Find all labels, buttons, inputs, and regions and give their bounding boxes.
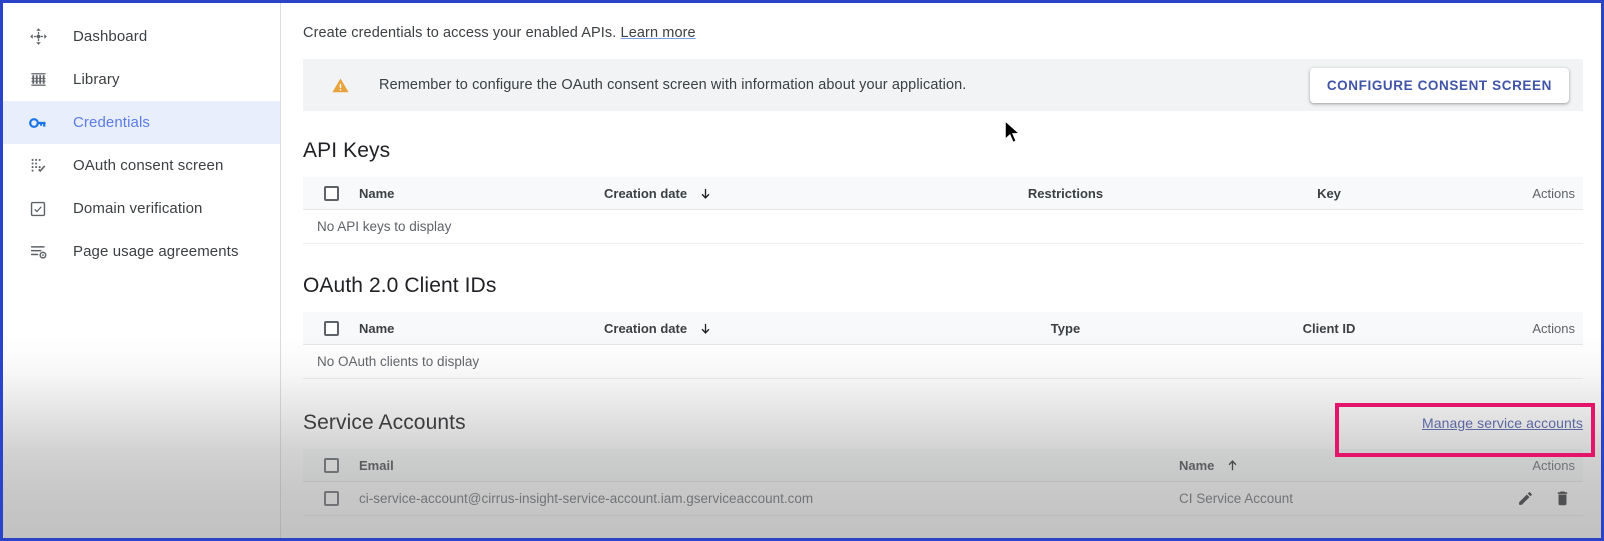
select-all-cell: [303, 185, 359, 201]
banner-message: Remember to configure the OAuth consent …: [379, 77, 967, 93]
api-keys-table-header: Name Creation date Restrictions Key Acti…: [303, 177, 1583, 210]
sidebar-item-page-usage-agreements[interactable]: Page usage agreements: [3, 230, 280, 273]
api-keys-table: Name Creation date Restrictions Key Acti…: [303, 177, 1583, 244]
sidebar-item-label: Domain verification: [73, 200, 203, 217]
row-actions: [1479, 490, 1583, 507]
dashboard-icon: [25, 26, 51, 48]
oauth-clients-title: OAuth 2.0 Client IDs: [303, 274, 497, 297]
select-all-checkbox[interactable]: [324, 185, 339, 201]
sidebar-item-label: OAuth consent screen: [73, 157, 224, 174]
column-header-label: Creation date: [604, 185, 688, 201]
manage-service-accounts-link[interactable]: Manage service accounts: [1422, 415, 1583, 431]
service-accounts-header-row: Service Accounts Manage service accounts: [303, 411, 1583, 435]
column-header-email[interactable]: Email: [359, 458, 1179, 473]
oauth-clients-empty-text: No OAuth clients to display: [303, 345, 1583, 379]
configure-consent-screen-button[interactable]: CONFIGURE CONSENT SCREEN: [1309, 67, 1569, 103]
column-header-client-id[interactable]: Client ID: [1179, 321, 1479, 336]
cell-email: ci-service-account@cirrus-insight-servic…: [359, 491, 814, 506]
oauth-clients-table-header: Name Creation date Type Client ID Action…: [303, 312, 1583, 345]
credentials-page: Dashboard Library Credentials OAuth cons…: [3, 3, 1601, 538]
column-header-actions: Actions: [1532, 185, 1575, 201]
column-header-creation-date[interactable]: Creation date: [604, 321, 952, 336]
column-header-type[interactable]: Type: [952, 321, 1179, 336]
intro-text: Create credentials to access your enable…: [303, 25, 617, 41]
column-header-creation-date[interactable]: Creation date: [604, 186, 952, 201]
select-all-checkbox[interactable]: [324, 457, 339, 473]
sidebar-item-oauth-consent-screen[interactable]: OAuth consent screen: [3, 144, 280, 187]
service-accounts-title: Service Accounts: [303, 411, 466, 434]
column-header-name[interactable]: Name: [1179, 458, 1479, 473]
column-header-actions: Actions: [1532, 457, 1575, 473]
sort-arrow-down-icon: [698, 321, 713, 336]
library-icon: [25, 69, 51, 91]
edit-icon[interactable]: [1517, 490, 1534, 507]
sidebar-item-domain-verification[interactable]: Domain verification: [3, 187, 280, 230]
select-all-cell: [303, 457, 359, 473]
api-keys-title: API Keys: [303, 139, 391, 162]
oauth-consent-icon: [25, 155, 51, 177]
select-all-checkbox[interactable]: [324, 320, 339, 336]
column-header-label: Name: [1179, 457, 1215, 473]
sidebar-item-label: Page usage agreements: [73, 243, 239, 260]
sidebar-item-dashboard[interactable]: Dashboard: [3, 15, 280, 58]
column-header-actions: Actions: [1532, 320, 1575, 336]
learn-more-link[interactable]: Learn more: [621, 25, 696, 41]
sidebar-item-label: Credentials: [73, 114, 150, 131]
table-row[interactable]: ci-service-account@cirrus-insight-servic…: [303, 482, 1583, 516]
sort-arrow-down-icon: [698, 186, 713, 201]
column-header-key[interactable]: Key: [1179, 186, 1479, 201]
sidebar-item-label: Library: [73, 71, 120, 88]
domain-verification-icon: [25, 198, 51, 220]
service-accounts-table-header: Email Name Actions: [303, 449, 1583, 482]
screenshot-frame: Dashboard Library Credentials OAuth cons…: [0, 0, 1604, 541]
oauth-clients-table: Name Creation date Type Client ID Action…: [303, 312, 1583, 379]
sort-arrow-up-icon: [1225, 458, 1240, 473]
sidebar-item-library[interactable]: Library: [3, 58, 280, 101]
select-all-cell: [303, 320, 359, 336]
sidebar-item-credentials[interactable]: Credentials: [3, 101, 280, 144]
column-header-label: Creation date: [604, 320, 688, 336]
api-keys-empty-text: No API keys to display: [303, 210, 1583, 244]
sidebar-item-label: Dashboard: [73, 28, 148, 45]
row-select-cell: [303, 491, 359, 506]
sidebar-nav: Dashboard Library Credentials OAuth cons…: [3, 3, 281, 538]
service-accounts-table: Email Name Actions ci-service-account@ci…: [303, 449, 1583, 516]
column-header-name[interactable]: Name: [359, 321, 604, 336]
page-usage-icon: [25, 241, 51, 263]
column-header-restrictions[interactable]: Restrictions: [952, 186, 1179, 201]
cell-name: CI Service Account: [1179, 491, 1294, 506]
row-checkbox[interactable]: [324, 491, 339, 506]
intro-line: Create credentials to access your enable…: [303, 3, 1583, 41]
consent-screen-banner: Remember to configure the OAuth consent …: [303, 59, 1583, 111]
delete-icon[interactable]: [1554, 490, 1571, 507]
column-header-name[interactable]: Name: [359, 186, 604, 201]
warning-triangle-icon: [329, 74, 351, 96]
main-content: Create credentials to access your enable…: [281, 3, 1601, 538]
key-icon: [25, 112, 51, 134]
